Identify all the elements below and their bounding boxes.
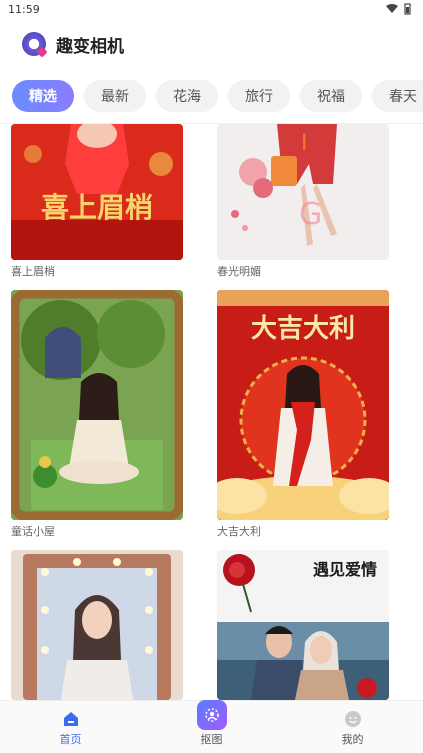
template-thumbnail[interactable]: 喜上眉梢 (11, 124, 183, 260)
template-card[interactable]: 遇见爱情 (217, 550, 389, 700)
card-caption: 春光明媚 (217, 265, 261, 278)
template-card[interactable]: 大吉大利 大吉大利 (217, 290, 389, 540)
template-thumbnail[interactable]: I G (217, 124, 389, 260)
nav-profile-label: 我的 (341, 733, 364, 746)
tab-zhufu[interactable]: 祝福 (300, 80, 362, 112)
card-overlay-text: 喜上眉梢 (40, 191, 153, 224)
nav-cutout-label: 抠图 (200, 733, 223, 746)
card-overlay-text: 遇见爱情 (313, 560, 378, 579)
template-image: I G (217, 124, 389, 260)
template-card[interactable]: 喜上眉梢 喜上眉梢 (11, 124, 183, 280)
template-image (11, 550, 183, 700)
template-thumbnail[interactable]: 大吉大利 (217, 290, 389, 520)
card-caption: 大吉大利 (217, 525, 261, 538)
tab-huahai[interactable]: 花海 (156, 80, 218, 112)
nav-home[interactable]: 首页 (0, 701, 141, 753)
bottom-nav: 首页 抠图 我的 (0, 700, 423, 753)
home-icon (63, 712, 78, 726)
nav-home-label: 首页 (59, 733, 82, 746)
nav-profile[interactable]: 我的 (282, 701, 423, 753)
app-title: 趣变相机 (56, 36, 124, 57)
template-card[interactable]: 童话小屋 (11, 290, 183, 540)
template-thumbnail[interactable]: 遇见爱情 (217, 550, 389, 700)
template-grid: 喜上眉梢 喜上眉梢 I G 春光明媚 童话小屋 大吉大利 大吉大利 遇见爱情 (0, 124, 423, 700)
app-header: 趣变相机 (0, 20, 423, 68)
status-icons (386, 3, 411, 15)
camera-logo-icon (22, 32, 46, 56)
template-thumbnail[interactable] (11, 290, 183, 520)
template-card[interactable]: I G 春光明媚 (217, 124, 389, 280)
status-bar: 11:59 (0, 0, 423, 20)
cutout-icon (196, 700, 227, 730)
card-caption: 喜上眉梢 (11, 265, 55, 278)
card-caption: 童话小屋 (11, 525, 55, 538)
svg-text:I: I (301, 131, 308, 156)
template-thumbnail[interactable] (11, 550, 183, 700)
battery-icon (404, 3, 411, 15)
tab-jingxuan[interactable]: 精选 (12, 80, 74, 112)
nav-cutout[interactable]: 抠图 (141, 700, 282, 753)
profile-icon (344, 711, 361, 727)
template-image (11, 290, 183, 520)
svg-text:G: G (299, 197, 322, 232)
wifi-icon (386, 4, 398, 13)
card-overlay-text: 大吉大利 (250, 314, 355, 344)
tab-chuntian[interactable]: 春天 (372, 80, 423, 112)
tab-zuixin[interactable]: 最新 (84, 80, 146, 112)
category-tabs: 精选 最新 花海 旅行 祝福 春天 (0, 68, 423, 124)
template-card[interactable] (11, 550, 183, 700)
status-time: 11:59 (8, 3, 40, 16)
tab-lvxing[interactable]: 旅行 (228, 80, 290, 112)
